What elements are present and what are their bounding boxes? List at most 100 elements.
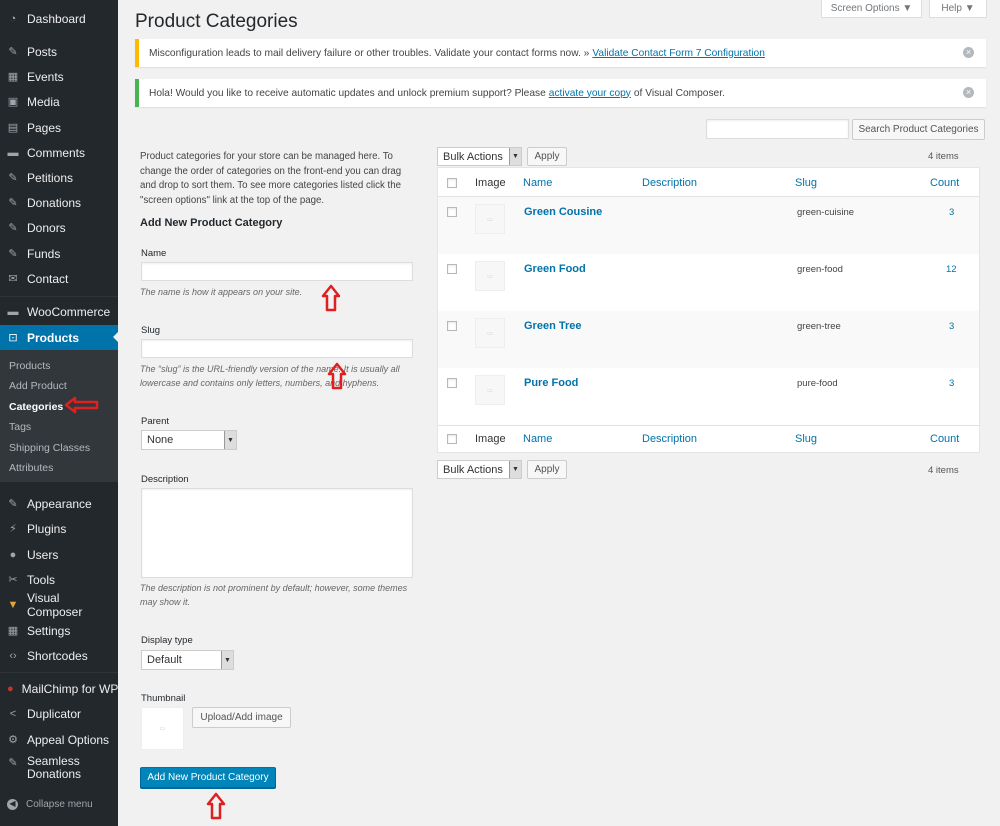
menu-item-petitions[interactable]: ✎ Petitions xyxy=(0,166,118,190)
menu-item-plugins[interactable]: ⚡ Plugins xyxy=(0,517,118,541)
bulk-actions-select-top[interactable]: Bulk Actions ▼ xyxy=(437,147,522,166)
submenu-item-add-product[interactable]: Add Product xyxy=(9,380,67,392)
menu-item-users[interactable]: ● Users xyxy=(0,543,118,567)
menu-label: Visual Composer xyxy=(26,591,83,619)
menu-item-comments[interactable]: ▬ Comments xyxy=(0,141,118,165)
dismiss-icon[interactable]: × xyxy=(963,47,974,58)
submenu-item-categories[interactable]: Categories xyxy=(9,401,63,413)
menu-item-mailchimp[interactable]: ● MailChimp for WP xyxy=(0,677,118,701)
add-category-submit-button[interactable]: Add New Product Category xyxy=(140,767,276,788)
menu-item-dashboard[interactable]: ◔ Dashboard xyxy=(0,7,118,31)
menu-label: Donors xyxy=(27,221,66,235)
search-input[interactable] xyxy=(706,119,849,139)
category-slug: green-food xyxy=(797,264,843,275)
slug-input[interactable] xyxy=(141,339,413,358)
menu-label: Posts xyxy=(27,45,58,59)
menu-item-appeal-options[interactable]: ⚙ Appeal Options xyxy=(0,728,118,752)
menu-label: Settings xyxy=(27,624,71,638)
apply-button-bottom[interactable]: Apply xyxy=(527,460,567,479)
category-count-link[interactable]: 3 xyxy=(949,207,954,218)
bulk-actions-value: Bulk Actions xyxy=(443,463,503,476)
validate-link[interactable]: Validate Contact Form 7 Configuration xyxy=(592,48,765,59)
menu-label: Seamless Donations xyxy=(27,754,82,781)
table-row[interactable]: ▭ Green Cousine green-cuisine 3 xyxy=(438,197,979,254)
menu-item-products[interactable]: ⊡ Products xyxy=(0,325,118,351)
parent-select[interactable]: None ▼ xyxy=(141,430,237,450)
up-arrow-annotation-icon xyxy=(206,792,226,820)
name-input[interactable] xyxy=(141,262,413,281)
upload-image-button[interactable]: Upload/Add image xyxy=(192,707,291,728)
menu-item-funds[interactable]: ✎ Funds xyxy=(0,242,118,266)
image-placeholder-icon: ▭ xyxy=(159,726,166,732)
mailchimp-icon: ● xyxy=(7,682,14,695)
search-categories-button[interactable]: Search Product Categories xyxy=(852,119,985,140)
calendar-icon: ▦ xyxy=(7,70,19,83)
col-name-footer[interactable]: Name xyxy=(523,433,552,445)
table-row[interactable]: ▭ Pure Food pure-food 3 xyxy=(438,368,979,425)
row-checkbox[interactable] xyxy=(447,207,457,217)
submenu-item-attributes[interactable]: Attributes xyxy=(9,462,53,474)
table-row[interactable]: ▭ Green Tree green-tree 3 xyxy=(438,311,979,368)
menu-item-pages[interactable]: ▤ Pages xyxy=(0,116,118,140)
collapse-menu-button[interactable]: ◀ Collapse menu xyxy=(0,792,118,816)
page-title: Product Categories xyxy=(135,11,298,32)
row-checkbox[interactable] xyxy=(447,378,457,388)
menu-item-settings[interactable]: ▦ Settings xyxy=(0,619,118,643)
main-content: Product Categories Screen Options ▼ Help… xyxy=(118,0,1000,826)
menu-item-duplicator[interactable]: < Duplicator xyxy=(0,702,118,726)
menu-label: Donations xyxy=(27,196,82,210)
apply-button-top[interactable]: Apply xyxy=(527,147,567,166)
display-type-label: Display type xyxy=(141,635,193,646)
thumbnail-placeholder: ▭ xyxy=(141,707,184,750)
menu-item-tools[interactable]: ✂ Tools xyxy=(0,568,118,592)
category-count-link[interactable]: 12 xyxy=(946,264,957,275)
submenu-item-products[interactable]: Products xyxy=(9,360,50,372)
description-textarea[interactable] xyxy=(141,488,413,578)
screen-options-button[interactable]: Screen Options ▼ xyxy=(821,0,922,18)
category-name-link[interactable]: Green Cousine xyxy=(524,206,602,218)
category-name-link[interactable]: Pure Food xyxy=(524,377,578,389)
menu-separator xyxy=(0,672,118,673)
chevron-down-icon: ▼ xyxy=(221,651,233,669)
menu-item-media[interactable]: ▣ Media xyxy=(0,90,118,114)
menu-item-contact[interactable]: ✉ Contact xyxy=(0,267,118,291)
display-type-select[interactable]: Default ▼ xyxy=(141,650,234,670)
gear-icon: ⚙ xyxy=(8,733,18,746)
category-name-link[interactable]: Green Food xyxy=(524,263,586,275)
notice-text: Misconfiguration leads to mail delivery … xyxy=(149,47,590,59)
col-slug-footer[interactable]: Slug xyxy=(795,433,817,445)
table-row[interactable]: ▭ Green Food green-food 12 xyxy=(438,254,979,311)
col-slug[interactable]: Slug xyxy=(795,177,817,189)
category-count-link[interactable]: 3 xyxy=(949,378,954,389)
activate-link[interactable]: activate your copy xyxy=(549,88,631,99)
col-description[interactable]: Description xyxy=(642,177,697,189)
menu-item-posts[interactable]: ✎ Posts xyxy=(0,40,118,64)
menu-label: Pages xyxy=(27,121,62,135)
menu-item-events[interactable]: ▦ Events xyxy=(0,65,118,89)
submenu-item-tags[interactable]: Tags xyxy=(9,421,31,433)
menu-label: Products xyxy=(27,331,80,345)
menu-item-donations[interactable]: ✎ Donations xyxy=(0,191,118,215)
menu-item-woocommerce[interactable]: ▬ WooCommerce xyxy=(0,300,118,324)
col-count[interactable]: Count xyxy=(930,177,959,189)
help-button[interactable]: Help ▼ xyxy=(929,0,987,18)
code-icon: ‹› xyxy=(9,649,17,662)
category-name-link[interactable]: Green Tree xyxy=(524,320,581,332)
menu-item-donors[interactable]: ✎ Donors xyxy=(0,216,118,240)
menu-item-shortcodes[interactable]: ‹› Shortcodes xyxy=(0,644,118,668)
menu-item-appearance[interactable]: ✎ Appearance xyxy=(0,492,118,516)
col-count-footer[interactable]: Count xyxy=(930,433,959,445)
row-checkbox[interactable] xyxy=(447,321,457,331)
select-all-checkbox-footer[interactable] xyxy=(447,434,457,444)
name-label: Name xyxy=(141,248,167,259)
category-count-link[interactable]: 3 xyxy=(949,321,954,332)
dismiss-icon[interactable]: × xyxy=(963,87,974,98)
menu-item-seamless-donations[interactable]: ✎ Seamless Donations xyxy=(0,755,118,785)
row-checkbox[interactable] xyxy=(447,264,457,274)
bulk-actions-select-bottom[interactable]: Bulk Actions ▼ xyxy=(437,460,522,479)
menu-item-visual-composer[interactable]: ▼ Visual Composer xyxy=(0,591,118,619)
submenu-item-shipping-classes[interactable]: Shipping Classes xyxy=(9,442,90,454)
col-name[interactable]: Name xyxy=(523,177,552,189)
col-description-footer[interactable]: Description xyxy=(642,433,697,445)
select-all-checkbox[interactable] xyxy=(447,178,457,188)
